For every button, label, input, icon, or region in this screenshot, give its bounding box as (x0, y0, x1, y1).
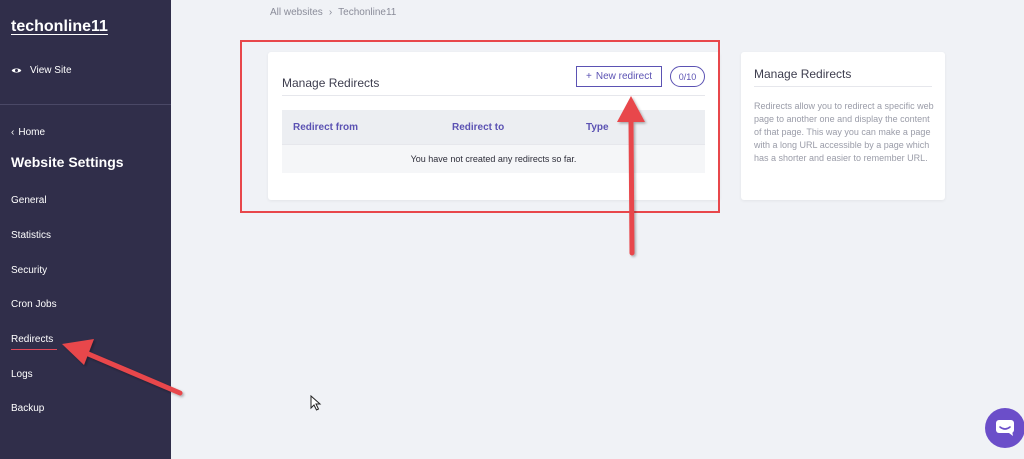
chevron-left-icon: ‹ (11, 127, 15, 138)
breadcrumb-current: Techonline11 (338, 7, 397, 18)
redirects-table-header: Redirect from Redirect to Type (282, 110, 705, 144)
home-link[interactable]: ‹ Home (11, 127, 45, 138)
info-card: Manage Redirects Redirects allow you to … (741, 52, 945, 200)
sidebar-divider (0, 104, 171, 105)
sidebar-item-statistics[interactable]: Statistics (11, 230, 51, 241)
new-redirect-button[interactable]: + New redirect (576, 66, 662, 87)
view-site-label: View Site (30, 65, 72, 76)
card-title: Manage Redirects (282, 76, 380, 90)
website-settings-heading: Website Settings (11, 154, 124, 170)
mouse-cursor-icon (310, 395, 322, 411)
new-redirect-label: New redirect (595, 71, 652, 82)
redirect-count-badge: 0/10 (670, 66, 705, 87)
empty-table-message: You have not created any redirects so fa… (282, 144, 705, 173)
eye-icon (11, 68, 22, 73)
column-type: Type (586, 122, 609, 133)
sidebar-item-redirects[interactable]: Redirects (11, 334, 58, 350)
sidebar-item-security[interactable]: Security (11, 265, 47, 276)
chat-bubble-icon (996, 420, 1014, 436)
sidebar-item-logs[interactable]: Logs (11, 369, 33, 380)
site-name-link[interactable]: techonline11 (11, 18, 108, 36)
breadcrumb-all-websites[interactable]: All websites (270, 7, 323, 18)
column-redirect-from: Redirect from (293, 122, 359, 133)
sidebar: techonline11 View Site ‹ Home Website Se… (0, 0, 171, 459)
plus-icon: + (586, 71, 592, 82)
manage-redirects-card: Manage Redirects + New redirect 0/10 Red… (268, 52, 720, 200)
info-card-text: Redirects allow you to redirect a specif… (754, 101, 934, 163)
sidebar-item-general[interactable]: General (11, 195, 47, 206)
breadcrumb-separator: › (328, 7, 333, 18)
home-label: Home (18, 127, 46, 138)
sidebar-item-cron-jobs[interactable]: Cron Jobs (11, 299, 57, 310)
sidebar-item-backup[interactable]: Backup (11, 403, 44, 414)
card-divider (282, 95, 705, 96)
info-card-divider (754, 86, 932, 87)
info-card-title: Manage Redirects (754, 67, 852, 81)
column-redirect-to: Redirect to (452, 122, 505, 133)
chat-widget-button[interactable] (985, 408, 1024, 448)
view-site-link[interactable]: View Site (11, 65, 72, 76)
breadcrumb: All websites › Techonline11 (270, 7, 396, 18)
